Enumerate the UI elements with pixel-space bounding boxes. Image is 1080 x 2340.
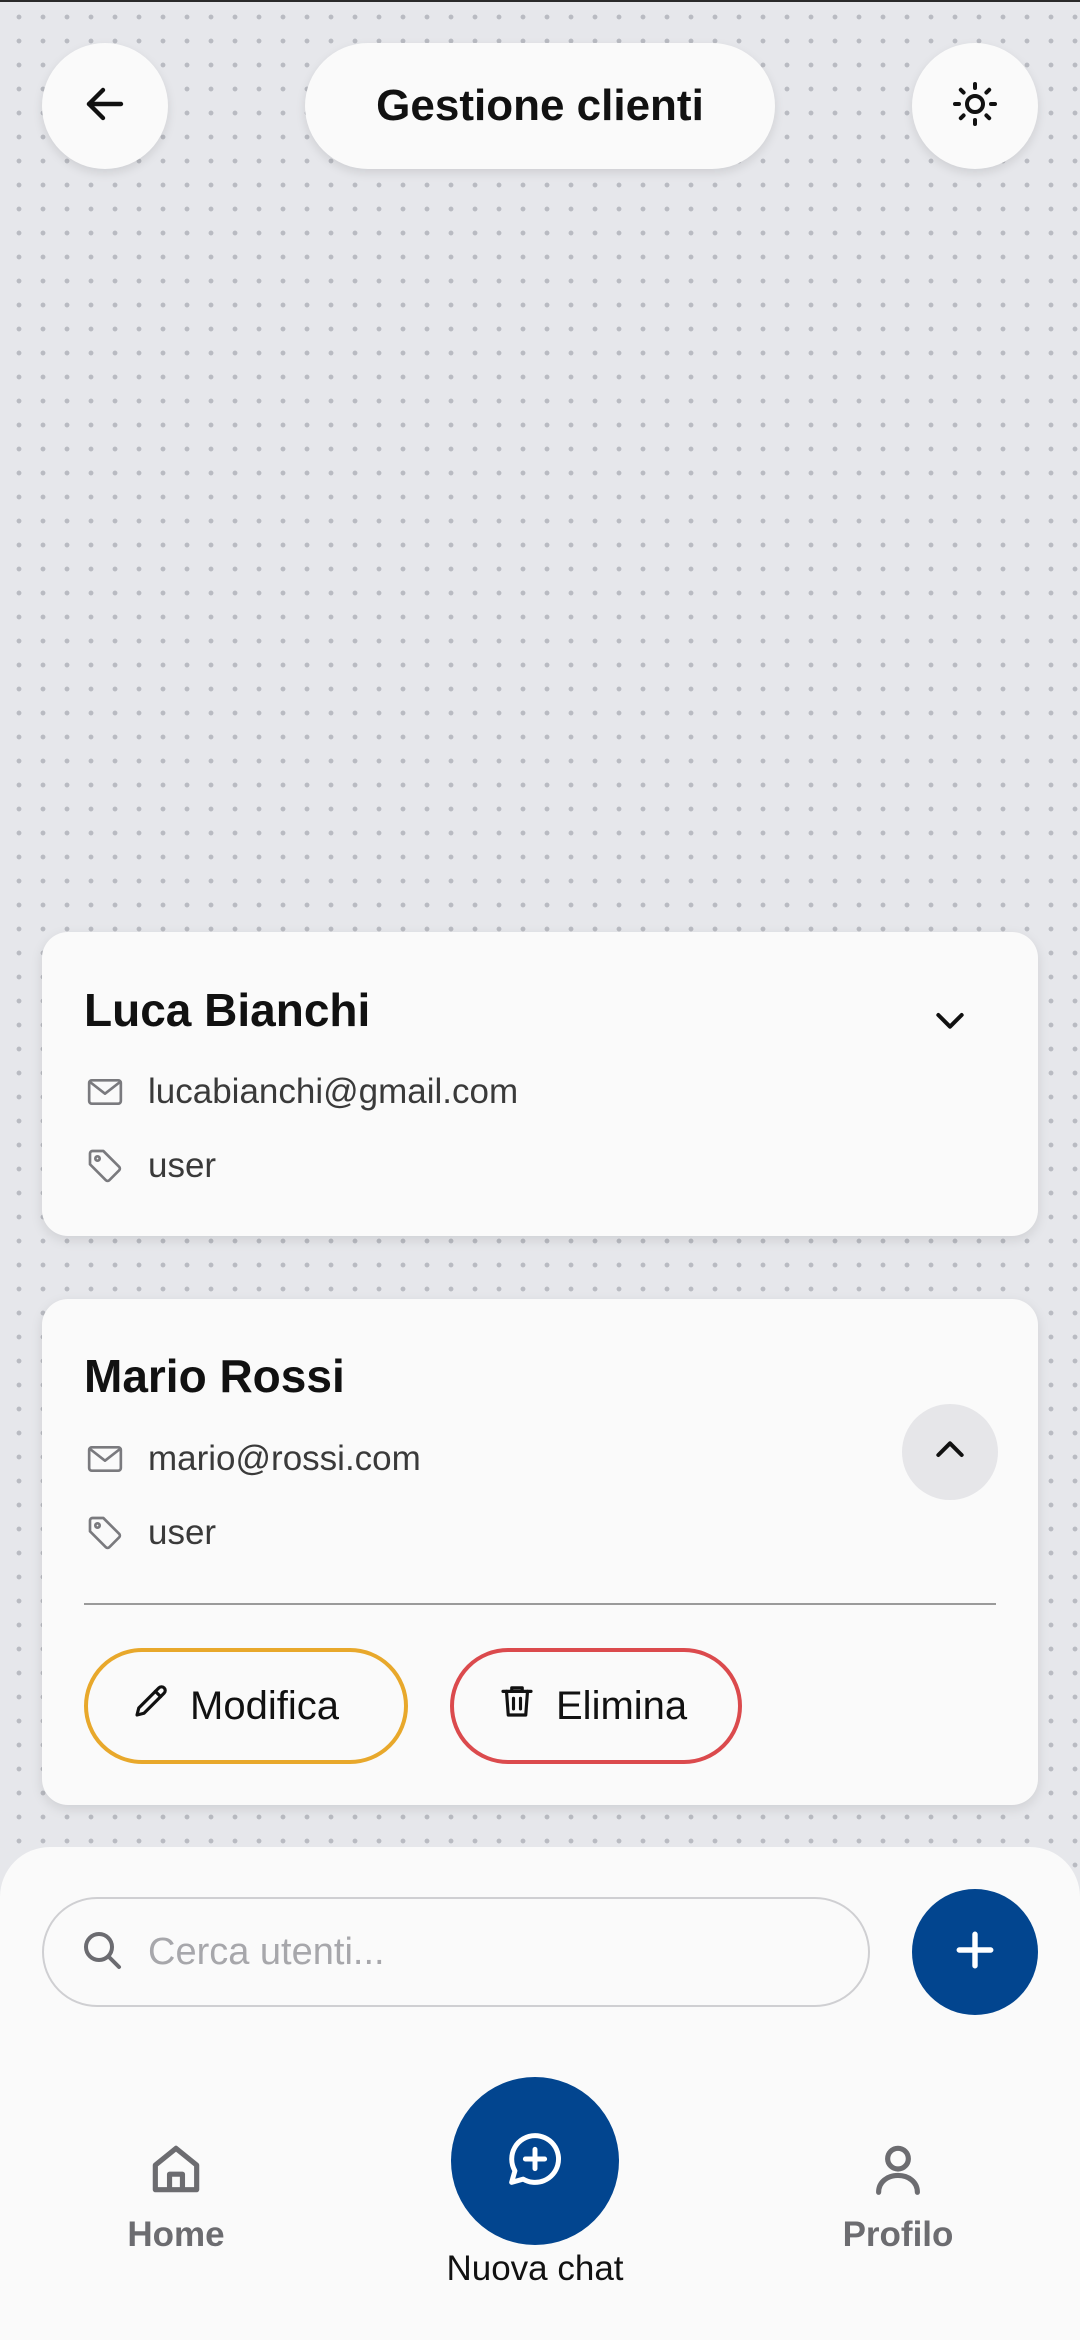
page-title: Gestione clienti bbox=[305, 43, 775, 169]
client-email: mario@rossi.com bbox=[148, 1439, 421, 1478]
nav-home[interactable]: Home bbox=[96, 2138, 256, 2255]
back-button[interactable] bbox=[42, 43, 168, 169]
add-client-button[interactable] bbox=[912, 1889, 1038, 2015]
user-icon bbox=[867, 2138, 929, 2205]
expand-button[interactable] bbox=[910, 982, 990, 1062]
client-email: lucabianchi@gmail.com bbox=[148, 1072, 519, 1111]
delete-button[interactable]: Elimina bbox=[450, 1648, 742, 1764]
chevron-up-icon bbox=[930, 1430, 970, 1475]
delete-button-label: Elimina bbox=[556, 1683, 688, 1728]
card-divider bbox=[84, 1603, 996, 1605]
page-title-text: Gestione clienti bbox=[376, 81, 704, 130]
nav-new-chat-label: Nuova chat bbox=[446, 2249, 624, 2288]
client-name: Mario Rossi bbox=[84, 1350, 345, 1402]
home-icon bbox=[145, 2138, 207, 2205]
pencil-icon bbox=[130, 1680, 172, 1732]
nav-profile-label: Profilo bbox=[842, 2215, 954, 2254]
trash-icon bbox=[496, 1680, 538, 1732]
chevron-down-icon bbox=[930, 1000, 970, 1045]
nav-profile[interactable]: Profilo bbox=[818, 2138, 978, 2255]
client-role: user bbox=[148, 1513, 217, 1552]
status-bar-edge bbox=[0, 0, 1080, 2]
client-card[interactable]: Luca Bianchi lucabianchi@gmail.com user bbox=[42, 932, 1038, 1236]
mail-icon bbox=[84, 1071, 126, 1113]
client-email-row: lucabianchi@gmail.com bbox=[84, 1068, 518, 1116]
mail-icon bbox=[84, 1438, 126, 1480]
sun-icon bbox=[951, 80, 999, 133]
new-chat-button[interactable] bbox=[451, 2077, 619, 2245]
search-icon bbox=[78, 1926, 126, 1979]
edit-button[interactable]: Modifica bbox=[84, 1648, 408, 1764]
client-name: Luca Bianchi bbox=[84, 984, 371, 1036]
tag-icon bbox=[84, 1512, 126, 1554]
theme-toggle-button[interactable] bbox=[912, 43, 1038, 169]
client-email-row: mario@rossi.com bbox=[84, 1435, 421, 1483]
arrow-left-icon bbox=[81, 80, 129, 133]
tag-icon bbox=[84, 1145, 126, 1187]
collapse-button[interactable] bbox=[902, 1404, 998, 1500]
client-role: user bbox=[148, 1146, 217, 1185]
client-role-row: user bbox=[84, 1509, 216, 1557]
client-card[interactable]: Mario Rossi mario@rossi.com user Modific… bbox=[42, 1299, 1038, 1805]
search-input[interactable] bbox=[148, 1930, 828, 1974]
nav-new-chat[interactable]: Nuova chat bbox=[410, 2077, 660, 2289]
chat-plus-icon bbox=[502, 2126, 568, 2197]
edit-button-label: Modifica bbox=[190, 1683, 339, 1728]
client-role-row: user bbox=[84, 1142, 216, 1190]
plus-icon bbox=[948, 1923, 1002, 1982]
nav-home-label: Home bbox=[127, 2215, 225, 2254]
search-bar[interactable] bbox=[42, 1897, 870, 2007]
